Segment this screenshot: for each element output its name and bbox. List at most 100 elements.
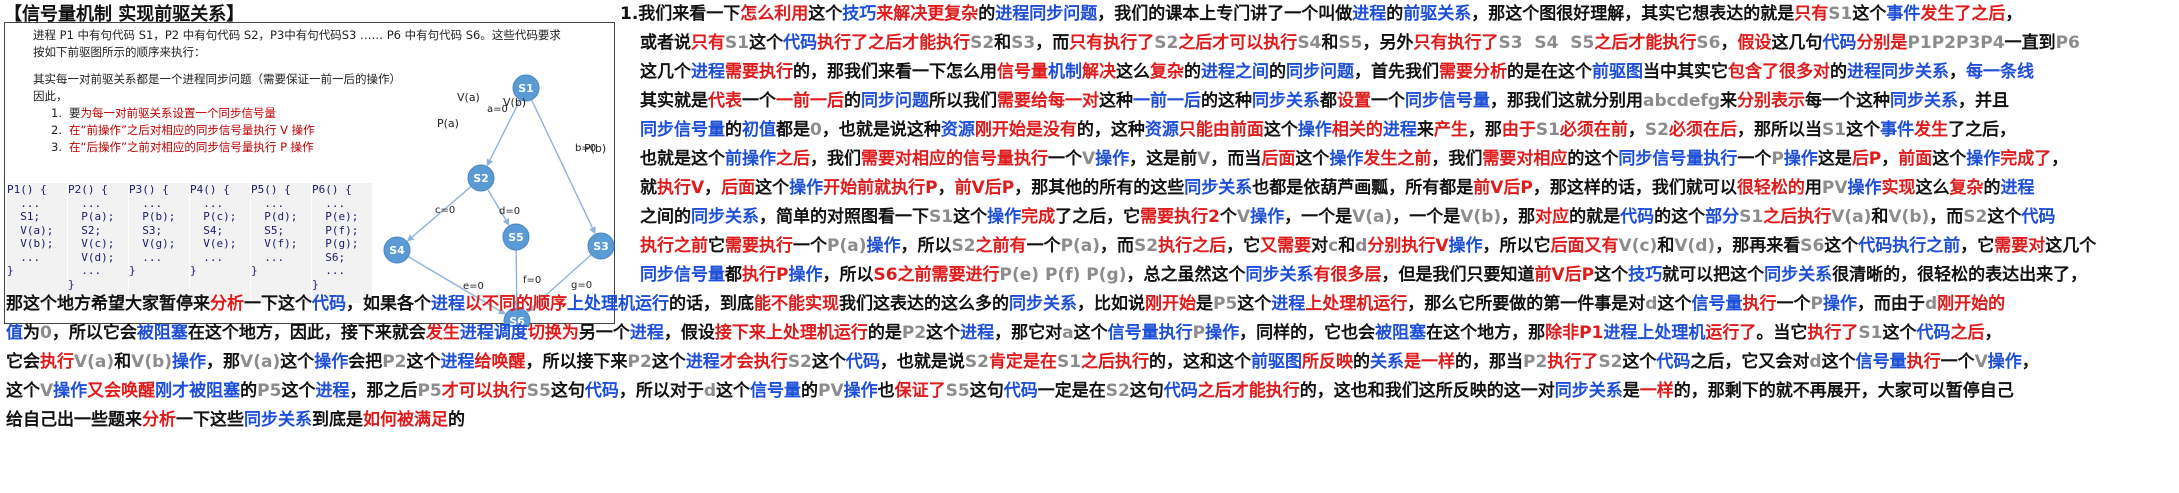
transcript-segment: 很清晰的，很轻松的表达出来了，	[1832, 265, 2088, 285]
transcript-segment: V(d)	[1674, 236, 1716, 256]
transcript-segment: 这个	[953, 207, 988, 227]
transcript-segment: V(b)	[131, 352, 173, 372]
transcript-segment: 的，这和这个	[1149, 352, 1252, 372]
transcript-segment: 初值	[742, 120, 776, 140]
transcript-segment: 实现	[1881, 178, 1916, 198]
transcript-segment: d	[1809, 352, 1822, 372]
transcript-segment: S2	[1105, 381, 1130, 401]
transcript-segment: P(a)	[827, 236, 867, 256]
transcript-segment: PV	[818, 381, 844, 401]
transcript-segment: 的是在这个	[1507, 62, 1592, 82]
transcript-segment: 代表	[708, 91, 742, 111]
transcript-segment: S6之前需要进行	[873, 265, 1000, 285]
transcript-segment: 进程同步问题	[995, 4, 1098, 24]
transcript-segment: 刚开始的	[1937, 294, 2006, 314]
transcript-segment: P6	[2055, 33, 2080, 53]
transcript-segment: V(c)	[1618, 236, 1658, 256]
transcript-segment: 操作	[1847, 178, 1882, 198]
transcript-segment: 信号量执行	[1107, 323, 1193, 343]
transcript-segment: 到底是	[312, 410, 363, 430]
transcript-segment: P(e) P(f) P(g)	[999, 265, 1127, 285]
transcript-segment: 是	[1622, 381, 1640, 401]
transcript-segment: ，而由于	[1856, 294, 1925, 314]
transcript-segment: 另一个	[578, 323, 630, 343]
transcript-segment: 发生	[425, 323, 460, 343]
transcript-segment: ，	[2051, 149, 2069, 169]
transcript-segment: 这个	[1594, 265, 1629, 285]
transcript-segment: 代码	[845, 352, 880, 372]
transcript-segment: S2	[970, 33, 995, 53]
transcript-segment: 代码执行之前	[1858, 236, 1961, 256]
transcript-segment: 执行了	[1807, 323, 1859, 343]
transcript-segment: 和	[1657, 236, 1675, 256]
transcript-segment: 代码	[783, 33, 818, 53]
transcript-segment: 操作	[172, 352, 207, 372]
transcript-segment: 和	[114, 352, 132, 372]
transcript-segment: 又需要	[1260, 236, 1312, 256]
transcript-segment: 来解决更复杂	[876, 4, 979, 24]
transcript-segment: ，	[2021, 352, 2039, 372]
transcript-segment: 操作	[866, 236, 901, 256]
transcript-segment: S1	[1858, 323, 1883, 343]
transcript-segment: 所以我们	[929, 91, 997, 111]
transcript-segment: ，那	[1501, 207, 1536, 227]
transcript-segment: P5	[1213, 294, 1238, 314]
transcript-segment: 0	[810, 120, 822, 140]
transcript-segment: 完成了	[2000, 149, 2052, 169]
transcript-segment: 当中其实它	[1643, 62, 1728, 82]
transcript-segment: 代码	[1620, 207, 1655, 227]
transcript-segment: 进程	[691, 62, 725, 82]
transcript-segment: S2	[787, 352, 812, 372]
transcript-segment: 的	[725, 120, 742, 140]
transcript-segment: 切换为	[527, 323, 579, 343]
transcript-segment: S2	[1154, 33, 1179, 53]
transcript-segment: 的	[978, 4, 996, 24]
transcript-segment: 同步信号量	[640, 265, 725, 285]
transcript-segment: 操作	[53, 381, 88, 401]
transcript-segment: d	[703, 381, 717, 401]
transcript-segment: ，总之虽然这个	[1126, 265, 1246, 285]
transcript-segment: 前V后P	[1534, 265, 1595, 285]
transcript-segment: 接下来上处理机运行	[714, 323, 868, 343]
transcript-segment: 的	[1983, 178, 2001, 198]
transcript-segment: 在这个地方，因此，接下来就会	[187, 323, 426, 343]
transcript-segment: 代码	[312, 294, 346, 314]
transcript-segment: ，那再来看	[1715, 236, 1801, 256]
transcript-segment: 的	[1830, 62, 1847, 82]
transcript-segment: S2	[1644, 120, 1669, 140]
transcript-segment: ，而	[1035, 33, 1070, 53]
transcript-line: 它会执行V(a)和V(b)操作，那V(a)这个操作会把P2这个进程给唤醒，所以接…	[6, 348, 2039, 376]
transcript-segment: 一个	[742, 91, 776, 111]
transcript-segment: 刚开始是没有	[974, 120, 1077, 140]
transcript-segment: 产生	[1433, 120, 1468, 140]
transcript-segment: 的这种	[1201, 91, 1252, 111]
transcript-segment: 进程	[1352, 4, 1387, 24]
transcript-segment: ，	[937, 178, 955, 198]
transcript-segment: 的，这种	[1076, 120, 1145, 140]
transcript-segment: 一下这个	[244, 294, 312, 314]
transcript-segment: 的	[240, 381, 258, 401]
transcript-segment: ，简单的对照图看一下	[759, 207, 929, 227]
transcript-segment: 一个	[793, 236, 827, 256]
transcript-segment: 只能由前面	[1178, 120, 1264, 140]
transcript-segment: ，它	[1960, 236, 1995, 256]
transcript-segment: 这个	[1932, 149, 1967, 169]
transcript-segment: 发生	[1914, 120, 1949, 140]
transcript-segment: ，所以	[900, 236, 952, 256]
transcript-segment: 分析	[142, 410, 176, 430]
transcript-segment: ，所以它会	[51, 323, 137, 343]
transcript-segment: 技巧	[1628, 265, 1663, 285]
transcript-line: 那这个地方希望大家暂停来分析一下这个代码，如果各个进程以不同的顺序上处理机运行的…	[6, 290, 2005, 318]
transcript-segment: ，所以它	[1482, 236, 1551, 256]
transcript-segment: 的话，到底	[669, 294, 754, 314]
transcript-segment: P2	[901, 323, 927, 343]
transcript-segment: 进程	[629, 323, 664, 343]
transcript-segment: ，	[1984, 323, 2002, 343]
transcript-segment: 来	[1416, 120, 1434, 140]
transcript-segment: 这么	[1116, 62, 1150, 82]
transcript-segment: 信号量	[1855, 352, 1907, 372]
transcript-segment: ，那么它所要做的第一件事是对	[1407, 294, 1646, 314]
transcript-segment: ，	[1720, 33, 1738, 53]
transcript-segment: V	[1082, 149, 1096, 169]
transcript-segment: ，而	[1929, 207, 1964, 227]
